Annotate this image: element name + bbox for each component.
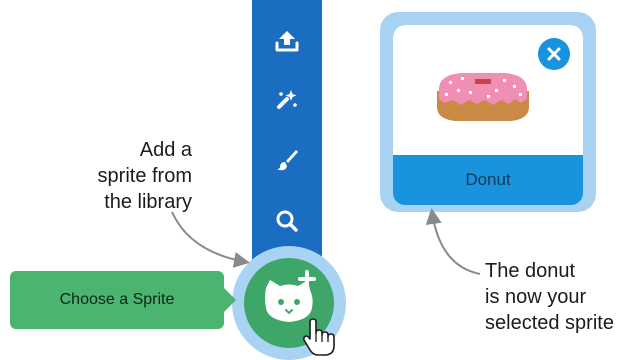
callout-arrow-donut [425,208,481,275]
callout-arrow-add [171,211,250,268]
callout-arrows [171,208,481,275]
